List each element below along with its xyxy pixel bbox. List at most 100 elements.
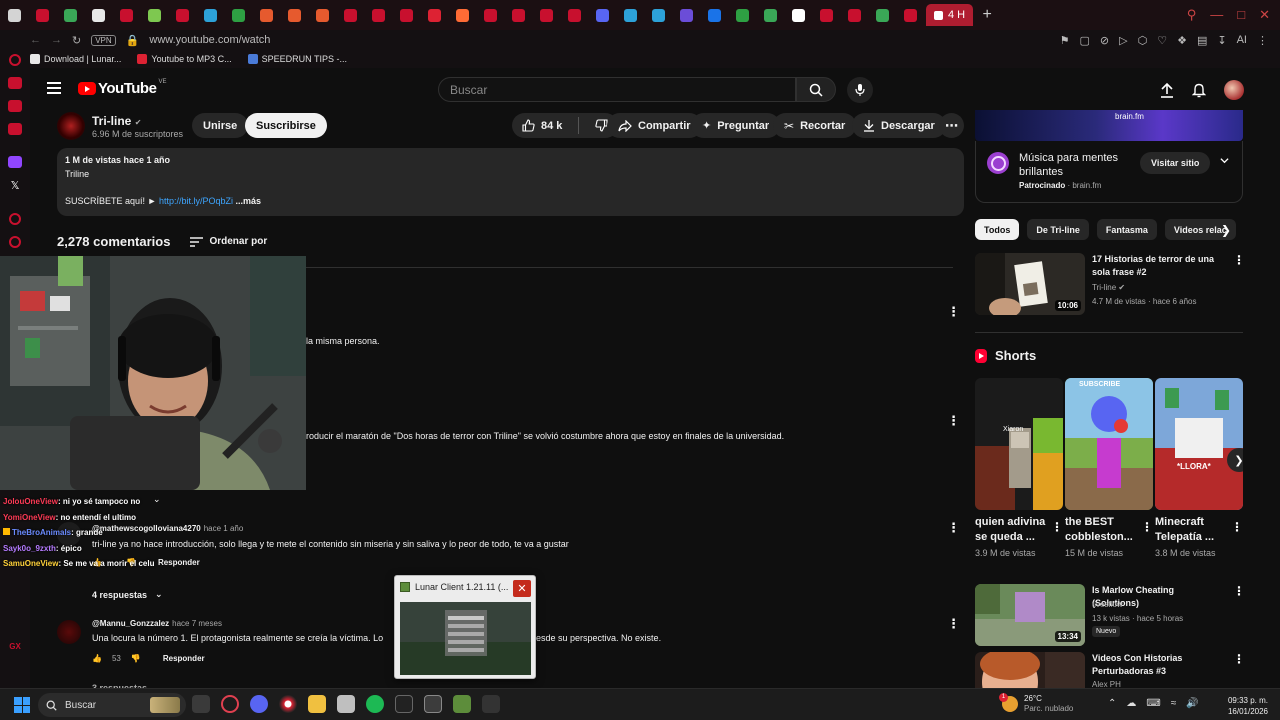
- cube-icon[interactable]: ⬡: [1138, 34, 1148, 47]
- comment-menu-icon[interactable]: ⋮: [947, 414, 960, 427]
- share-button[interactable]: Compartir: [607, 113, 702, 138]
- short-menu-icon[interactable]: ⋮: [1231, 520, 1243, 534]
- comment-menu-icon[interactable]: ⋮: [947, 521, 960, 534]
- notifications-bell-icon[interactable]: [1192, 82, 1206, 98]
- related-video[interactable]: 10:06 17 Historias de terror de una sola…: [975, 253, 1243, 317]
- extra-app-icon[interactable]: [482, 695, 500, 713]
- short-title[interactable]: the BEST cobbleston...: [1065, 515, 1145, 545]
- browser-tab[interactable]: [0, 0, 28, 30]
- file-explorer-icon[interactable]: [308, 695, 326, 713]
- browser-tab[interactable]: [252, 0, 280, 30]
- browser-tab[interactable]: [420, 0, 448, 30]
- wifi-icon[interactable]: ≈: [1171, 698, 1177, 709]
- opera-gx-icon[interactable]: [221, 695, 239, 713]
- start-button[interactable]: [14, 697, 30, 713]
- video-menu-icon[interactable]: ⋮: [1233, 253, 1243, 267]
- video-menu-icon[interactable]: ⋮: [1233, 652, 1243, 666]
- browser-tab[interactable]: [56, 0, 84, 30]
- obs-icon[interactable]: [279, 695, 297, 713]
- menu-hamburger-icon[interactable]: [47, 82, 61, 94]
- video-thumbnail[interactable]: 10:06: [975, 253, 1085, 315]
- video-thumbnail[interactable]: 13:34: [975, 584, 1085, 646]
- subscribe-button[interactable]: Suscribirse: [245, 113, 327, 138]
- bookmark-yt-mp3[interactable]: Youtube to MP3 C...: [137, 54, 232, 64]
- wallet-icon[interactable]: ▤: [1197, 34, 1207, 47]
- show-replies-button[interactable]: 4 respuestas ⌄: [92, 589, 163, 600]
- capcut-icon[interactable]: [395, 695, 413, 713]
- short-menu-icon[interactable]: ⋮: [1051, 520, 1063, 534]
- short-menu-icon[interactable]: ⋮: [1141, 520, 1153, 534]
- related-video[interactable]: 13:34 Is Marlow Cheating (Solutions) tiv…: [975, 584, 1243, 648]
- heart-icon[interactable]: ♡: [1157, 34, 1167, 47]
- short-title[interactable]: Minecraft Telepatía ...: [1155, 515, 1235, 545]
- browser-tab[interactable]: [532, 0, 560, 30]
- sort-comments-button[interactable]: Ordenar por: [190, 236, 267, 247]
- browser-tab[interactable]: [896, 0, 924, 30]
- minimize-button[interactable]: —: [1210, 7, 1223, 23]
- bookmark-icon[interactable]: ⚑: [1060, 34, 1070, 47]
- downloads-icon[interactable]: ↧: [1217, 34, 1226, 47]
- browser-tab[interactable]: [700, 0, 728, 30]
- notes-icon[interactable]: [337, 695, 355, 713]
- clock[interactable]: 09:33 p. m. 16/01/2026: [1218, 695, 1268, 717]
- close-preview-button[interactable]: ✕: [513, 580, 531, 597]
- ai-button[interactable]: AI: [1237, 34, 1247, 47]
- chevron-down-icon[interactable]: ⌄: [153, 494, 161, 505]
- cloud-icon[interactable]: ☁: [1126, 698, 1136, 709]
- reply-button[interactable]: Responder: [163, 654, 205, 663]
- bookmark-speedrun[interactable]: SPEEDRUN TIPS -...: [247, 54, 347, 64]
- gx-icon[interactable]: GX: [9, 642, 21, 651]
- instagram-icon[interactable]: [8, 123, 22, 135]
- chip-ghost[interactable]: Fantasma: [1096, 219, 1157, 240]
- thumbs-up-icon[interactable]: 👍: [92, 654, 102, 663]
- search-button[interactable]: [796, 77, 836, 102]
- short-thumbnail[interactable]: SUBSCRIBE: [1065, 378, 1153, 510]
- browser-tab[interactable]: [308, 0, 336, 30]
- clip-button[interactable]: ✂ Recortar: [773, 113, 857, 138]
- related-video[interactable]: Videos Con Historias Perturbadoras #3 Al…: [975, 652, 1243, 688]
- short-thumbnail[interactable]: *LLORA*: [1155, 378, 1243, 510]
- browser-tab[interactable]: [392, 0, 420, 30]
- language-icon[interactable]: ⌨: [1146, 698, 1160, 709]
- extensions-icon[interactable]: ❖: [1177, 34, 1187, 47]
- browser-tab[interactable]: [364, 0, 392, 30]
- browser-tab[interactable]: [868, 0, 896, 30]
- x-icon[interactable]: 𝕏: [11, 179, 20, 192]
- maximize-button[interactable]: □: [1237, 7, 1245, 23]
- browser-tab[interactable]: [224, 0, 252, 30]
- youtube-logo[interactable]: YouTube VE: [78, 79, 166, 97]
- browser-tab[interactable]: [616, 0, 644, 30]
- upload-icon[interactable]: [1160, 82, 1174, 98]
- video-channel[interactable]: Alex PH: [1092, 680, 1121, 688]
- comment-menu-icon[interactable]: ⋮: [947, 617, 960, 630]
- comment-menu-icon[interactable]: ⋮: [947, 305, 960, 318]
- video-thumbnail[interactable]: [975, 652, 1085, 688]
- browser-tab[interactable]: [756, 0, 784, 30]
- visit-site-button[interactable]: Visitar sitio: [1140, 152, 1211, 174]
- video-menu-icon[interactable]: ⋮: [1233, 584, 1243, 598]
- browser-tab[interactable]: [728, 0, 756, 30]
- taskbar-search[interactable]: Buscar: [38, 693, 186, 717]
- brainfm-logo-icon[interactable]: [987, 152, 1009, 174]
- browser-tab[interactable]: [812, 0, 840, 30]
- volume-icon[interactable]: 🔊: [1186, 698, 1198, 709]
- browser-tab[interactable]: [840, 0, 868, 30]
- short-item[interactable]: Xiaron quien adivina se queda ... 3.9 M …: [975, 378, 1063, 558]
- weather-widget[interactable]: 1 26°C Parc. nublado: [999, 693, 1073, 714]
- browser-tab[interactable]: [280, 0, 308, 30]
- taskbar-window-preview[interactable]: Lunar Client 1.21.11 (... ✕: [394, 575, 536, 679]
- chevron-up-icon[interactable]: ⌃: [1108, 698, 1116, 709]
- twitch-icon[interactable]: [8, 156, 22, 168]
- description-link[interactable]: http://bit.ly/POqbZi: [159, 196, 233, 206]
- spotify-icon[interactable]: [366, 695, 384, 713]
- chevron-right-icon[interactable]: ❯: [1221, 223, 1231, 237]
- browser-tab[interactable]: [784, 0, 812, 30]
- channel-name[interactable]: Tri-line ✔: [92, 114, 141, 128]
- like-button[interactable]: 84 k: [512, 113, 572, 138]
- reload-icon[interactable]: ↻: [72, 34, 81, 47]
- chevron-down-icon[interactable]: [1220, 156, 1229, 165]
- player-sidebar-icon[interactable]: [9, 213, 21, 225]
- task-view-icon[interactable]: [192, 695, 210, 713]
- menu-icon[interactable]: ⋮: [1257, 34, 1268, 47]
- streamlabs-icon[interactable]: [424, 695, 442, 713]
